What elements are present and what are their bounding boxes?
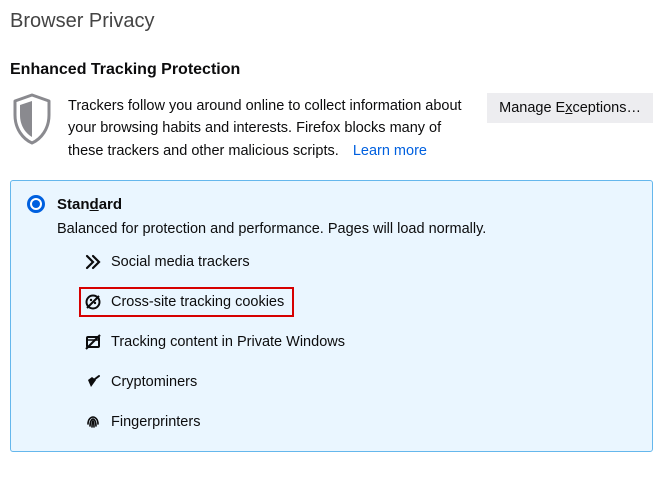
tracker-social-media: Social media trackers (83, 251, 256, 273)
radio-dot-icon (32, 200, 40, 208)
tracker-fingerprinters: Fingerprinters (83, 411, 206, 433)
cookie-icon (85, 294, 101, 310)
cryptominer-icon (85, 374, 101, 390)
option-title: Standard (57, 196, 122, 213)
tracker-label: Cryptominers (111, 374, 197, 390)
intro-row: Trackers follow you around online to col… (10, 93, 653, 162)
section-title: Enhanced Tracking Protection (10, 61, 653, 79)
tracker-list: Social media trackers Cross-site trackin… (83, 251, 636, 433)
tracker-cross-site-cookies: Cross-site tracking cookies (83, 291, 290, 313)
tracker-label: Tracking content in Private Windows (111, 334, 345, 350)
intro-text: Trackers follow you around online to col… (68, 93, 473, 162)
fingerprint-icon (85, 414, 101, 430)
option-header: Standard (27, 195, 636, 213)
option-description: Balanced for protection and performance.… (57, 221, 636, 237)
tracker-label: Fingerprinters (111, 414, 200, 430)
manage-exceptions-button[interactable]: Manage Exceptions… (487, 93, 653, 123)
learn-more-link[interactable]: Learn more (353, 143, 427, 159)
tracker-private-windows: Tracking content in Private Windows (83, 331, 351, 353)
private-icon (85, 334, 101, 350)
tracker-cryptominers: Cryptominers (83, 371, 203, 393)
standard-radio[interactable] (27, 195, 45, 213)
tracker-label: Social media trackers (111, 254, 250, 270)
standard-option-card[interactable]: Standard Balanced for protection and per… (10, 180, 653, 452)
page-title: Browser Privacy (10, 10, 653, 33)
shield-icon (10, 93, 54, 145)
tracker-label: Cross-site tracking cookies (111, 294, 284, 310)
social-icon (85, 254, 101, 270)
